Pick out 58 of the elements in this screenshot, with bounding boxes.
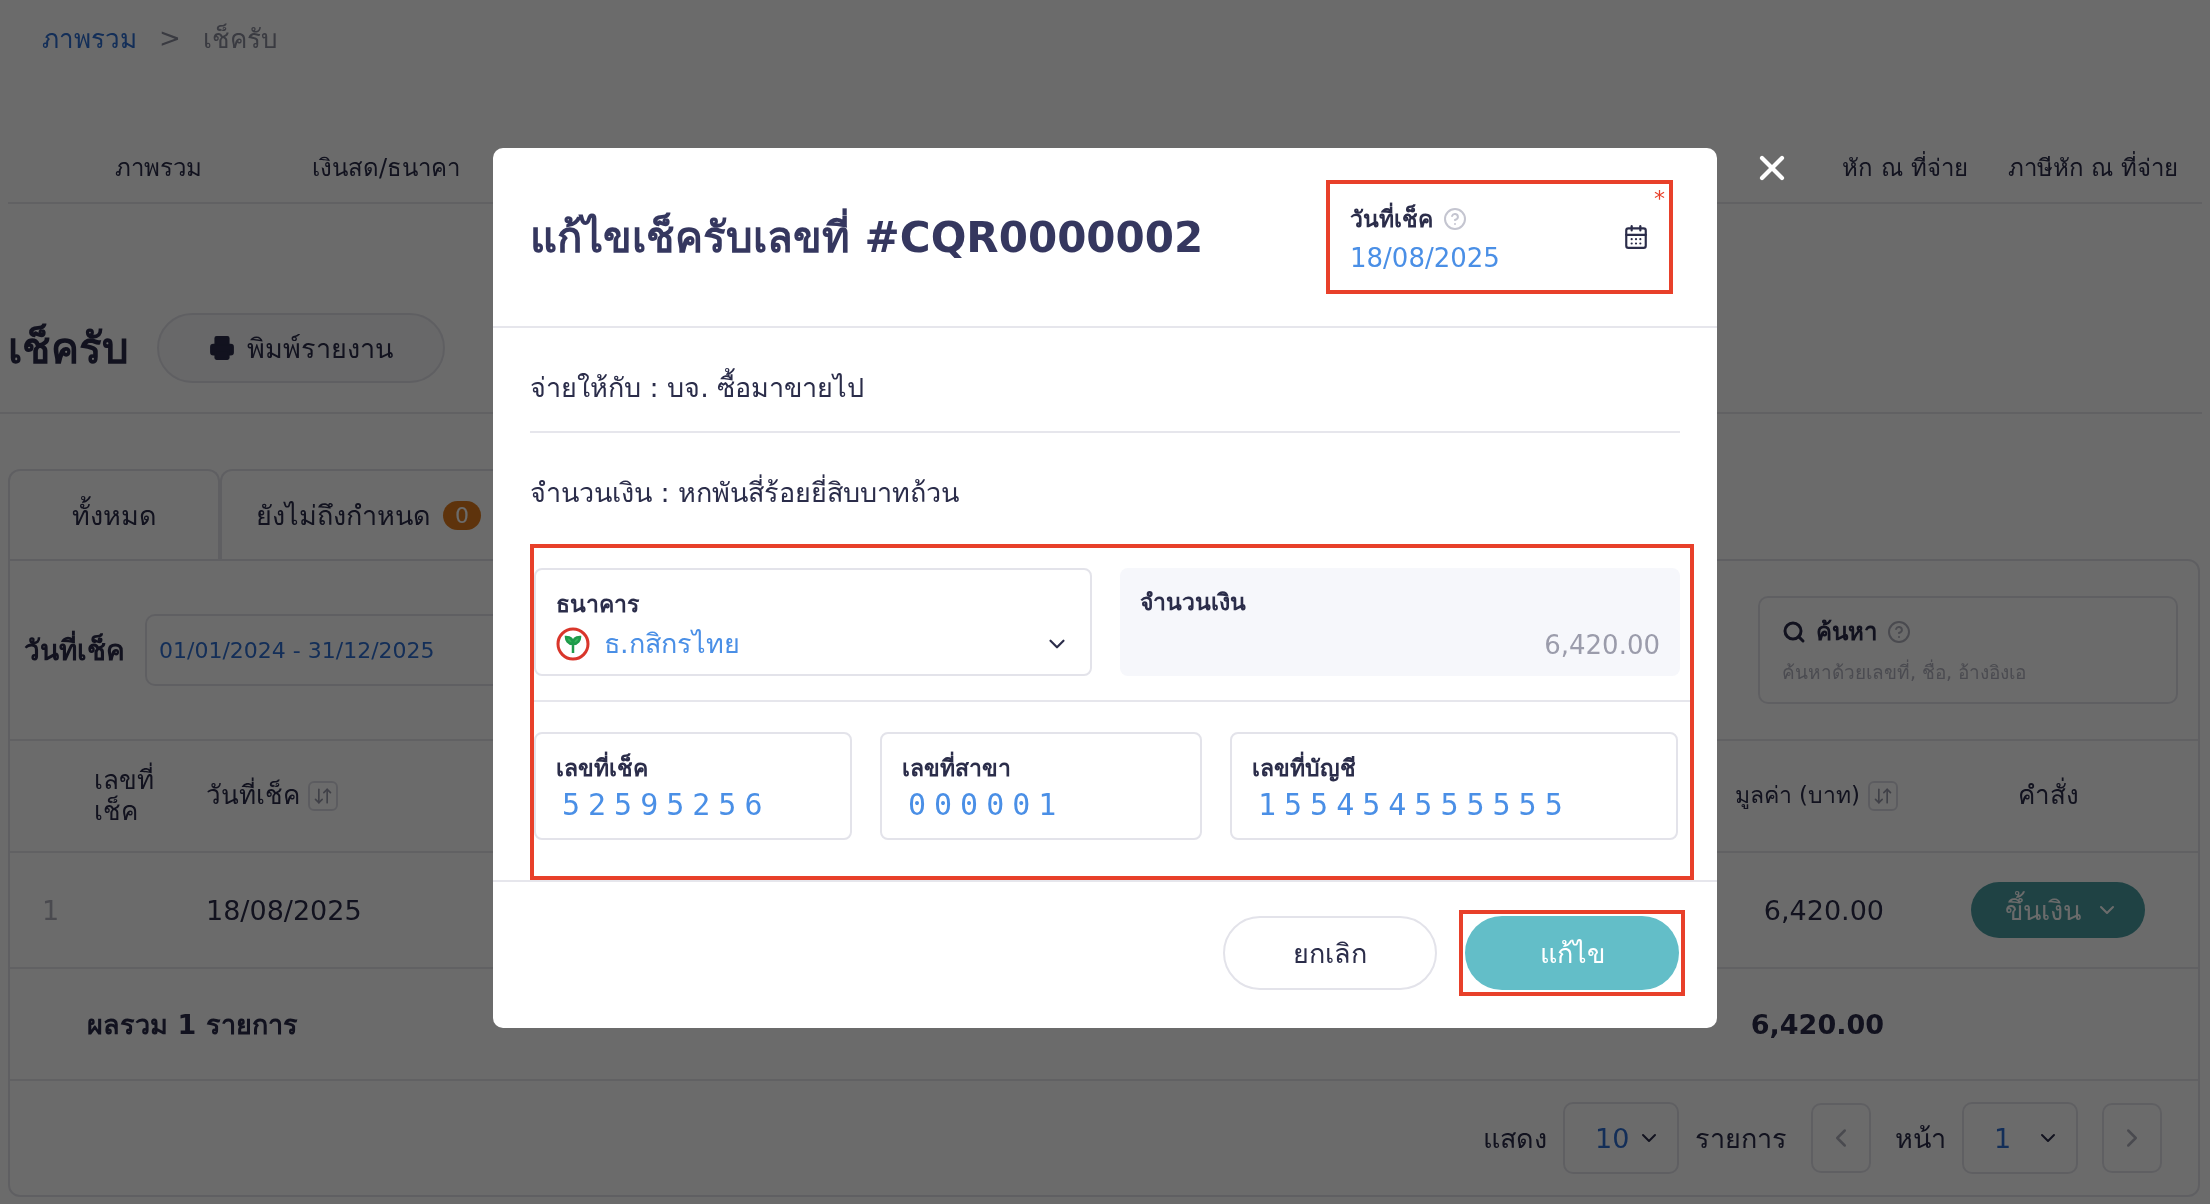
column-header: มูลค่า (บาท) [1734, 782, 1860, 810]
cheque-date-field[interactable]: วันที่เช็ค 18/08/2025 * [1326, 180, 1673, 294]
table-cell-text: 6,420.00 [1762, 894, 1885, 926]
sort-icon[interactable] [1868, 781, 1898, 811]
show-label: แสดง [1483, 1121, 1547, 1156]
save-button[interactable]: แก้ไข [1465, 916, 1679, 990]
nav-tab[interactable]: หัก ณ ที่จ่าย [1842, 147, 1968, 187]
dialog-title: แก้ไขเช็ครับเลขที่ #CQR0000002 [530, 204, 1204, 270]
page-label: หน้า [1895, 1121, 1946, 1156]
field-label: วันที่เช็ค [1350, 201, 1433, 237]
count-badge: 0 [443, 500, 481, 530]
nav-tab[interactable]: เงินสด/ธนาคา [312, 147, 461, 187]
number-field[interactable]: เลขที่บัญชี 155454555555 [1230, 732, 1678, 840]
field-label: เลขที่บัญชี [1252, 750, 1656, 786]
field-value: 52595256 [561, 787, 772, 822]
page-size-select[interactable]: 10 [1563, 1102, 1679, 1174]
field-value: 155454555555 [1257, 787, 1572, 822]
sort-icon[interactable] [308, 781, 338, 811]
field-value: 000001 [907, 787, 1066, 822]
nav-tab[interactable]: ภาพรวม [115, 147, 202, 187]
tab-label: ยังไม่ถึงกำหนด [256, 498, 431, 533]
next-page-button[interactable] [2102, 1103, 2162, 1173]
previous-page-button[interactable] [1811, 1103, 1871, 1173]
cancel-button[interactable]: ยกเลิก [1223, 916, 1437, 990]
bank-logo-icon [556, 626, 590, 661]
total-label: ผลรวม 1 รายการ [86, 1007, 299, 1042]
cash-action-dropdown[interactable]: ขึ้นเงิน [1971, 882, 2145, 938]
page-select[interactable]: 1 [1962, 1102, 2078, 1174]
page-title: เช็ครับ [8, 322, 129, 375]
search-icon [1782, 619, 1806, 644]
breadcrumb-link[interactable]: ภาพรวม [42, 17, 137, 59]
required-mark: * [1654, 186, 1665, 211]
amount-in-words: จำนวนเงิน : หกพันสี่ร้อยยี่สิบบาทถ้วน [530, 433, 1680, 536]
bank-value: ธ.กสิกรไทย [604, 627, 741, 661]
number-field[interactable]: เลขที่เช็ค 52595256 [534, 732, 852, 840]
print-report-button[interactable]: พิมพ์รายงาน [157, 313, 445, 383]
breadcrumb-separator: > [159, 23, 181, 53]
items-label: รายการ [1695, 1121, 1787, 1156]
total-amount: 6,420.00 [1749, 1008, 1885, 1040]
table-cell-text: 18/08/2025 [205, 894, 363, 926]
payee-text: จ่ายให้กับ : บจ. ซื้อมาขายไป [530, 328, 1680, 433]
calendar-icon [1623, 224, 1649, 250]
help-icon [1887, 619, 1911, 644]
help-icon [1443, 207, 1467, 231]
search-label: ค้นหา [1816, 617, 1877, 648]
tab-label: ทั้งหมด [71, 493, 157, 537]
field-label: เลขที่สาขา [902, 750, 1180, 786]
printer-icon [209, 335, 235, 361]
nav-tab[interactable]: ภาษีหัก ณ ที่จ่าย [2007, 147, 2178, 187]
status-tab[interactable]: ทั้งหมด [8, 469, 220, 559]
field-label: จำนวนเงิน [1140, 588, 1247, 617]
field-label: เลขที่เช็ค [556, 750, 830, 786]
amount-value: 6,420.00 [1543, 630, 1660, 660]
date-value: 18/08/2025 [1350, 243, 1500, 273]
filter-label: วันที่เช็ค [24, 628, 125, 672]
bank-select[interactable]: ธนาคาร ธ.กสิกรไทย [534, 568, 1092, 676]
number-field[interactable]: เลขที่สาขา 000001 [880, 732, 1202, 840]
column-header: เลขที่ เช็ค [94, 764, 155, 828]
